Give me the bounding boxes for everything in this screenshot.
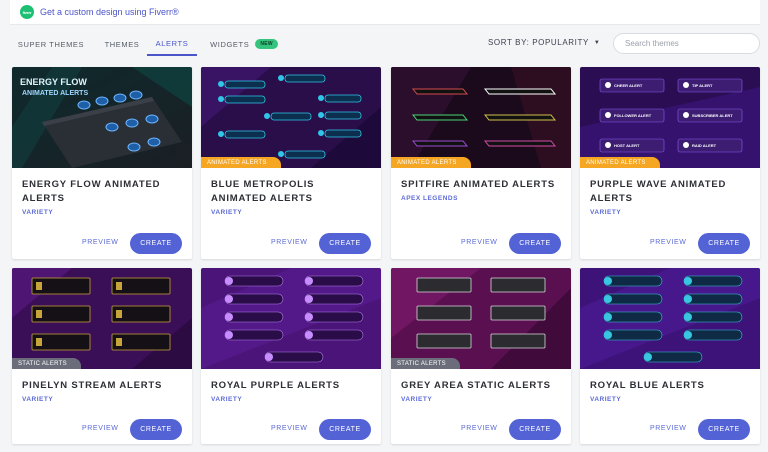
royal-purple-thumbnail-image [201, 268, 381, 369]
tab-label: WIDGETS [210, 39, 250, 49]
card-title: ROYAL PURPLE ALERTS [211, 380, 340, 391]
ribbon-badge: STATIC ALERTS [12, 358, 81, 369]
pinelyn-thumbnail-image [12, 268, 192, 369]
card-category: APEX LEGENDS [401, 195, 458, 202]
theme-card[interactable]: CHEER ALERT TIP ALERT FOLLOWER ALERT SUB… [580, 67, 760, 259]
thumb-alert-label: CHEER ALERT [614, 83, 643, 88]
sort-label: SORT BY: POPULARITY [488, 38, 589, 47]
tab-label: THEMES [104, 39, 140, 49]
theme-thumbnail[interactable]: CHEER ALERT TIP ALERT FOLLOWER ALERT SUB… [580, 67, 760, 168]
theme-thumbnail[interactable] [580, 268, 760, 369]
card-category: VARIETY [22, 209, 54, 216]
card-category: VARIETY [211, 396, 243, 403]
preview-button[interactable]: PREVIEW [82, 239, 118, 246]
fiverr-logo-icon: fiverr [20, 5, 34, 19]
theme-thumbnail[interactable]: ENERGY FLOW ANIMATED ALERTS [12, 67, 192, 168]
ribbon-badge: ANIMATED ALERTS [580, 157, 660, 168]
preview-button[interactable]: PREVIEW [82, 425, 118, 432]
preview-button[interactable]: PREVIEW [461, 425, 497, 432]
fiverr-banner-text[interactable]: Get a custom design using Fiverr® [40, 7, 179, 17]
thumb-alert-label: RAID ALERT [692, 143, 717, 148]
card-title: PINELYN STREAM ALERTS [22, 380, 163, 391]
card-category: VARIETY [211, 209, 243, 216]
card-title: BLUE METROPOLIS ANIMATED ALERTS [211, 179, 315, 204]
theme-thumbnail[interactable]: STATIC ALERTS [12, 268, 192, 369]
card-title: PURPLE WAVE ANIMATED ALERTS [590, 179, 727, 204]
sort-dropdown[interactable]: SORT BY: POPULARITY ▼ [488, 38, 600, 47]
card-category: VARIETY [401, 396, 433, 403]
preview-button[interactable]: PREVIEW [650, 239, 686, 246]
card-title: ROYAL BLUE ALERTS [590, 380, 705, 391]
thumb-alert-label: SUBSCRIBER ALERT [692, 113, 733, 118]
card-category: VARIETY [590, 396, 622, 403]
card-title: SPITFIRE ANIMATED ALERTS [401, 179, 555, 190]
create-button[interactable]: CREATE [130, 419, 182, 440]
create-button[interactable]: CREATE [698, 419, 750, 440]
tab-label: ALERTS [155, 38, 189, 48]
spitfire-thumbnail-image [391, 67, 571, 168]
create-button[interactable]: CREATE [509, 233, 561, 254]
card-category: VARIETY [22, 396, 54, 403]
theme-card[interactable]: ENERGY FLOW ANIMATED ALERTS ENERGY FLOW … [12, 67, 192, 259]
ribbon-badge: STATIC ALERTS [391, 358, 460, 369]
new-badge: NEW [255, 39, 278, 49]
energy-flow-thumbnail-image: ENERGY FLOW ANIMATED ALERTS [12, 67, 192, 168]
create-button[interactable]: CREATE [130, 233, 182, 254]
thumb-alert-label: HOST ALERT [614, 143, 640, 148]
preview-button[interactable]: PREVIEW [271, 425, 307, 432]
tab-widgets[interactable]: WIDGETS NEW [204, 32, 284, 56]
royal-blue-thumbnail-image [580, 268, 760, 369]
tab-alerts[interactable]: ALERTS [147, 32, 197, 56]
caret-down-icon: ▼ [593, 39, 601, 46]
thumb-alert-label: TIP ALERT [692, 83, 713, 88]
fiverr-banner[interactable]: fiverr Get a custom design using Fiverr® [10, 0, 760, 25]
preview-button[interactable]: PREVIEW [650, 425, 686, 432]
theme-thumbnail[interactable]: STATIC ALERTS [391, 268, 571, 369]
preview-button[interactable]: PREVIEW [271, 239, 307, 246]
card-title: GREY AREA STATIC ALERTS [401, 380, 551, 391]
tab-label: SUPER THEMES [17, 39, 85, 49]
purple-wave-thumbnail-image: CHEER ALERT TIP ALERT FOLLOWER ALERT SUB… [580, 67, 760, 168]
theme-card[interactable]: ANIMATED ALERTS BLUE METROPOLIS ANIMATED… [201, 67, 381, 259]
toolbar: SUPER THEMES THEMES ALERTS WIDGETS NEW S… [10, 32, 760, 56]
theme-thumbnail[interactable] [201, 268, 381, 369]
thumb-heading: ENERGY FLOW [20, 77, 87, 87]
theme-thumbnail[interactable]: ANIMATED ALERTS [201, 67, 381, 168]
theme-card[interactable]: ROYAL PURPLE ALERTS VARIETY PREVIEW CREA… [201, 268, 381, 444]
theme-card[interactable]: STATIC ALERTS PINELYN STREAM ALERTS VARI… [12, 268, 192, 444]
thumb-alert-label: FOLLOWER ALERT [614, 113, 652, 118]
thumb-subheading: ANIMATED ALERTS [22, 90, 88, 97]
create-button[interactable]: CREATE [698, 233, 750, 254]
theme-thumbnail[interactable]: ANIMATED ALERTS [391, 67, 571, 168]
tab-super-themes[interactable]: SUPER THEMES [16, 32, 86, 56]
theme-card[interactable]: ROYAL BLUE ALERTS VARIETY PREVIEW CREATE [580, 268, 760, 444]
ribbon-badge: ANIMATED ALERTS [391, 157, 471, 168]
search-input[interactable] [613, 33, 760, 54]
blue-metropolis-thumbnail-image [201, 67, 381, 168]
create-button[interactable]: CREATE [509, 419, 561, 440]
create-button[interactable]: CREATE [319, 233, 371, 254]
theme-card[interactable]: ANIMATED ALERTS SPITFIRE ANIMATED ALERTS… [391, 67, 571, 259]
card-title: ENERGY FLOW ANIMATED ALERTS [22, 179, 161, 204]
preview-button[interactable]: PREVIEW [461, 239, 497, 246]
ribbon-badge: ANIMATED ALERTS [201, 157, 281, 168]
theme-card[interactable]: STATIC ALERTS GREY AREA STATIC ALERTS VA… [391, 268, 571, 444]
tab-themes[interactable]: THEMES [99, 32, 145, 56]
card-category: VARIETY [590, 209, 622, 216]
create-button[interactable]: CREATE [319, 419, 371, 440]
grey-area-thumbnail-image [391, 268, 571, 369]
